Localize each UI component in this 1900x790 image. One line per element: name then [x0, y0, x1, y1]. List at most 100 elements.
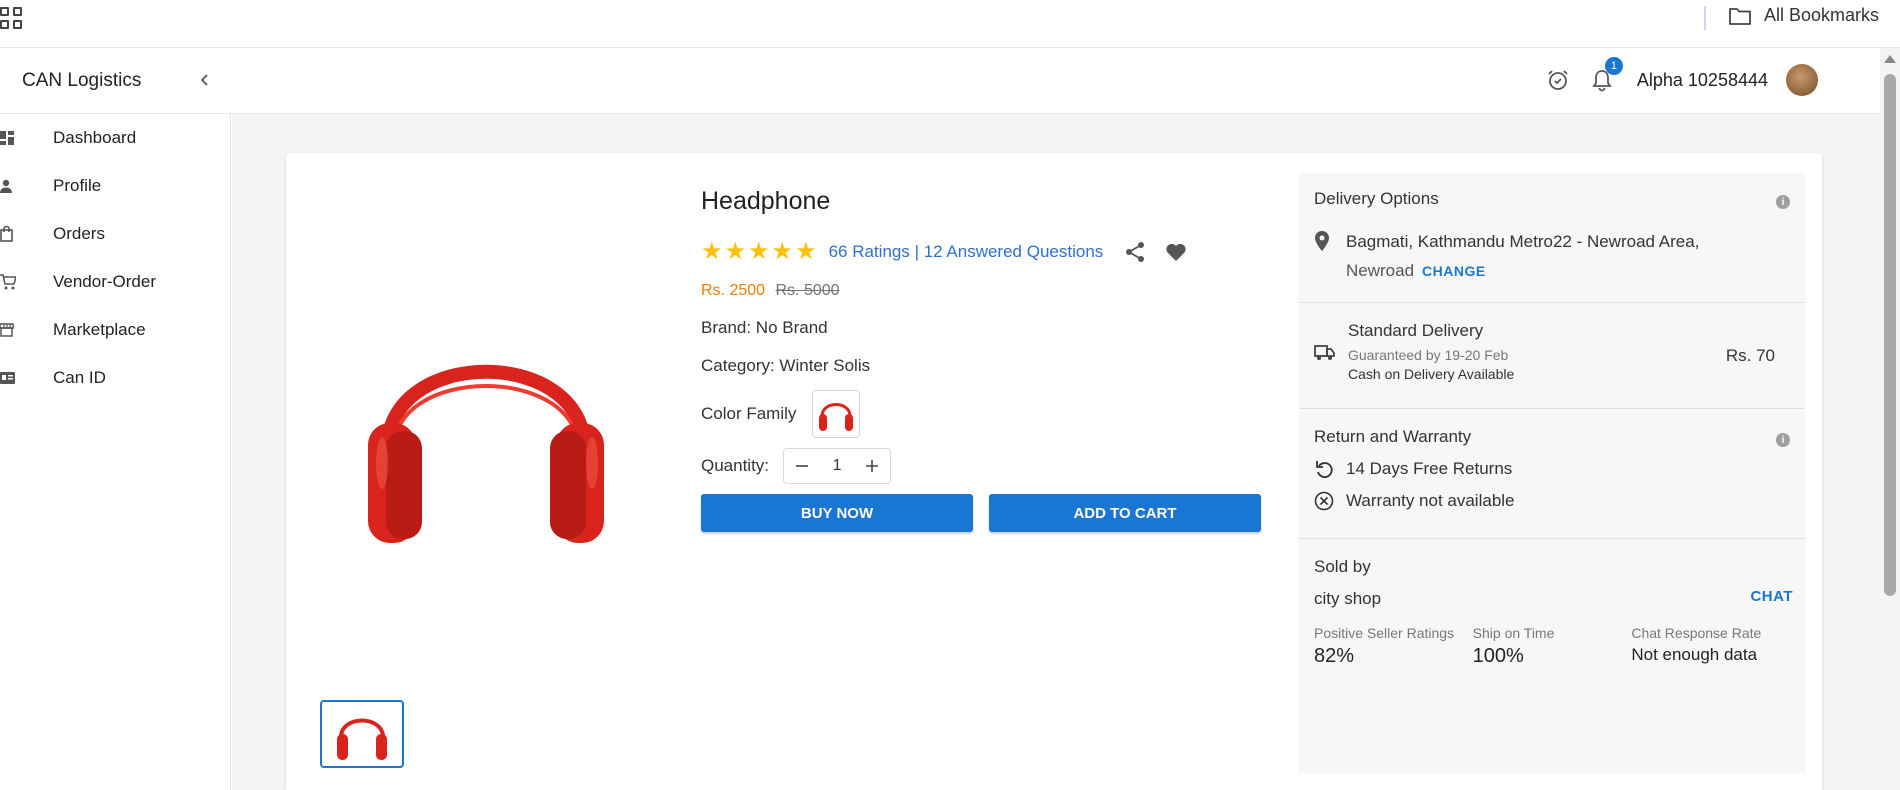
dashboard-icon: [0, 130, 16, 146]
plus-icon: [866, 460, 879, 472]
return-warranty-title: Return and Warranty: [1314, 427, 1472, 446]
alarm-button[interactable]: [1545, 67, 1571, 93]
return-warranty-section: Return and Warranty i 14 Days Free Retur…: [1299, 409, 1805, 539]
stat-ship-on-time: Ship on Time 100%: [1473, 621, 1632, 668]
increase-quantity-button[interactable]: [854, 449, 890, 483]
delivery-address: Bagmati, Kathmandu Metro22 - Newroad Are…: [1314, 227, 1790, 286]
avatar[interactable]: [1786, 64, 1818, 96]
price-row: Rs. 2500 Rs. 5000: [701, 282, 1261, 300]
all-bookmarks-button[interactable]: All Bookmarks: [1728, 5, 1879, 26]
header-actions: 1 Alpha 10258444: [1545, 57, 1818, 96]
product-title: Headphone: [701, 187, 831, 215]
star-icon: ★: [795, 238, 817, 265]
bookmarks-separator: [1704, 6, 1706, 30]
sidebar-item-label: Dashboard: [53, 128, 137, 147]
current-price: Rs. 2500: [701, 282, 766, 299]
ratings-questions-link[interactable]: 66 Ratings | 12 Answered Questions: [829, 242, 1104, 262]
content-area: Headphone ★ ★ ★ ★ ★ 66 Ratings | 12 Answ…: [251, 121, 1843, 790]
shopping-bag-icon: [0, 226, 16, 242]
location-pin-icon: [1315, 231, 1329, 251]
product-thumbnail[interactable]: [320, 700, 404, 768]
product-card: Headphone ★ ★ ★ ★ ★ 66 Ratings | 12 Answ…: [286, 153, 1822, 790]
notifications-button[interactable]: 1: [1589, 57, 1623, 93]
folder-icon: [1729, 7, 1751, 25]
star-rating: ★ ★ ★ ★ ★: [701, 240, 817, 264]
rating-row: ★ ★ ★ ★ ★ 66 Ratings | 12 Answered Quest…: [701, 238, 1261, 266]
sidebar-item-profile[interactable]: Profile: [0, 162, 230, 210]
seller-section: Sold by city shop CHAT Positive Seller R…: [1299, 539, 1805, 774]
quantity-row: Quantity: 1: [701, 448, 1261, 484]
delivery-options-title: Delivery Options: [1314, 189, 1439, 208]
sidebar-item-label: Can ID: [53, 368, 106, 387]
sidebar-item-vendor-order[interactable]: Vendor-Order: [0, 258, 230, 306]
sidebar-item-dashboard[interactable]: Dashboard: [0, 114, 230, 162]
delivery-guarantee: Guaranteed by 19-20 Feb: [1348, 347, 1509, 363]
apps-grid-icon[interactable]: [0, 7, 22, 29]
sidebar-item-label: Vendor-Order: [53, 272, 156, 291]
id-card-icon: [0, 370, 16, 386]
main-content: Headphone ★ ★ ★ ★ ★ 66 Ratings | 12 Answ…: [232, 114, 1880, 790]
seller-stats: Positive Seller Ratings 82% Ship on Time…: [1314, 621, 1790, 668]
returns-row: 14 Days Free Returns: [1314, 459, 1790, 479]
sidebar-item-label: Profile: [53, 176, 102, 195]
quantity-stepper: 1: [783, 448, 892, 484]
store-icon: [0, 322, 16, 338]
person-icon: [0, 178, 16, 194]
headphone-thumbnail-image: [337, 718, 387, 760]
sidebar: Dashboard Profile Orders Vendor-Order Ma…: [0, 114, 231, 790]
star-icon: ★: [701, 238, 723, 265]
scrollbar-thumb[interactable]: [1884, 74, 1896, 596]
info-icon[interactable]: i: [1776, 195, 1790, 209]
category-line: Category: Winter Solis: [701, 356, 871, 375]
original-price: Rs. 5000: [775, 282, 840, 299]
delivery-price: Rs. 70: [1725, 346, 1775, 365]
close-circle-icon: [1314, 491, 1334, 511]
stat-label: Ship on Time: [1472, 625, 1555, 641]
delivery-options-section: Delivery Options i Bagmati, Kathmandu Me…: [1299, 173, 1805, 303]
sidebar-item-orders[interactable]: Orders: [0, 210, 230, 258]
buy-now-button[interactable]: BUY NOW: [701, 494, 973, 532]
action-buttons: BUY NOW ADD TO CART: [701, 494, 1261, 532]
warranty-row: Warranty not available: [1314, 491, 1790, 511]
delivery-panel: Delivery Options i Bagmati, Kathmandu Me…: [1299, 173, 1805, 774]
quantity-value[interactable]: 1: [820, 457, 854, 475]
color-family-row: Color Family: [701, 390, 1261, 438]
return-arrow-icon: [1316, 461, 1333, 478]
brand-title: CAN Logistics: [22, 70, 142, 91]
brand-line: Brand: No Brand: [701, 318, 828, 337]
alarm-clock-icon: [1548, 70, 1568, 90]
truck-icon: [1314, 344, 1335, 360]
sidebar-item-marketplace[interactable]: Marketplace: [0, 306, 230, 354]
stat-label: Chat Response Rate: [1631, 625, 1762, 641]
stat-label: Positive Seller Ratings: [1314, 625, 1455, 641]
share-button[interactable]: [1125, 241, 1145, 263]
cod-availability: Cash on Delivery Available: [1348, 366, 1515, 382]
notification-badge: 1: [1604, 57, 1623, 75]
star-icon: ★: [771, 238, 794, 265]
seller-name[interactable]: city shop: [1314, 589, 1790, 609]
color-family-label: Color Family: [701, 404, 797, 423]
warranty-text: Warranty not available: [1346, 491, 1515, 510]
app-header: CAN Logistics 1 Alpha 10258444: [0, 48, 1880, 114]
product-info: Headphone ★ ★ ★ ★ ★ 66 Ratings | 12 Answ…: [701, 187, 1261, 532]
chat-button[interactable]: CHAT: [1750, 588, 1793, 605]
minus-icon: [796, 465, 809, 467]
chevron-left-icon: [200, 74, 208, 86]
user-name[interactable]: Alpha 10258444: [1637, 70, 1768, 91]
info-icon[interactable]: i: [1776, 433, 1790, 447]
address-line1: Bagmati, Kathmandu Metro22 - Newroad Are…: [1346, 232, 1700, 251]
scroll-up-arrow-icon[interactable]: [1884, 55, 1896, 63]
heart-icon: [1166, 243, 1186, 261]
collapse-sidebar-button[interactable]: [193, 68, 217, 92]
add-to-cart-button[interactable]: ADD TO CART: [989, 494, 1261, 532]
color-swatch[interactable]: [812, 390, 861, 438]
sidebar-item-label: Marketplace: [53, 320, 146, 339]
stat-value: 82%: [1314, 645, 1355, 667]
wishlist-button[interactable]: [1165, 242, 1187, 262]
decrease-quantity-button[interactable]: [784, 449, 820, 483]
sidebar-item-can-id[interactable]: Can ID: [0, 354, 230, 402]
sidebar-item-label: Orders: [53, 224, 105, 243]
bookmarks-bar: All Bookmarks: [0, 0, 1900, 48]
change-address-link[interactable]: CHANGE: [1422, 263, 1486, 279]
sold-by-title: Sold by: [1314, 557, 1371, 576]
